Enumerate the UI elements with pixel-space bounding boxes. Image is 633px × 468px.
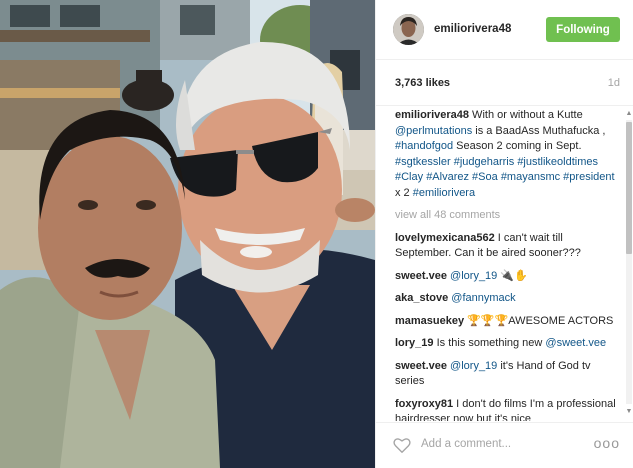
comment-text: 🔌✋: [497, 269, 528, 282]
comment-item: mamasuekey 🏆🏆🏆AWESOME ACTORS: [395, 314, 617, 330]
caption-text: x 2: [395, 186, 413, 199]
mention-link[interactable]: @perlmutations: [395, 125, 472, 137]
post-details-panel: emiliorivera48 Following 3,763 likes 1d …: [375, 0, 633, 468]
scroll-down-arrow-icon[interactable]: ▼: [625, 408, 633, 416]
instagram-post-view: emiliorivera48 Following 3,763 likes 1d …: [0, 0, 633, 468]
hashtag-link[interactable]: #mayansmc: [501, 171, 560, 183]
more-options-icon[interactable]: ooo: [594, 435, 620, 451]
comment-item: sweet.vee @lory_19 it's Hand of God tv s…: [395, 359, 617, 390]
post-header: emiliorivera48 Following: [376, 0, 633, 60]
likes-row: 3,763 likes 1d: [376, 60, 633, 106]
caption-text: is a BaadAss Muthafucka ,: [472, 124, 606, 137]
post-timestamp[interactable]: 1d: [608, 77, 620, 89]
scrollbar-thumb[interactable]: [626, 122, 632, 254]
hashtag-link[interactable]: #justlikeoldtimes: [517, 156, 598, 168]
hashtag-link[interactable]: #emiliorivera: [413, 187, 475, 199]
caption: emiliorivera48 With or without a Kutte @…: [395, 108, 617, 201]
add-comment-input[interactable]: Add a comment...: [421, 438, 511, 450]
hashtag-link[interactable]: #Soa: [472, 171, 498, 183]
comment-username[interactable]: aka_stove: [395, 292, 448, 304]
caption-username[interactable]: emiliorivera48: [395, 109, 469, 121]
comments-list: emiliorivera48 With or without a Kutte @…: [395, 108, 617, 421]
hashtag-link[interactable]: #Alvarez: [426, 171, 469, 183]
hashtag-link[interactable]: #sgtkessler: [395, 156, 451, 168]
following-button[interactable]: Following: [546, 17, 620, 42]
post-photo[interactable]: [0, 0, 375, 468]
comment-item: lovelymexicana562 I can't wait till Sept…: [395, 231, 617, 262]
comment-username[interactable]: lovelymexicana562: [395, 232, 495, 244]
comment-item: sweet.vee @lory_19 🔌✋: [395, 269, 617, 285]
comments-scrollbar[interactable]: ▲ ▼: [624, 108, 633, 420]
hashtag-link[interactable]: #president: [563, 171, 614, 183]
hashtag-link[interactable]: #judgeharris: [454, 156, 515, 168]
mention-link[interactable]: @sweet.vee: [545, 337, 606, 349]
comment-item: lory_19 Is this something new @sweet.vee: [395, 336, 617, 352]
heart-outline-icon[interactable]: [393, 437, 411, 454]
comment-username[interactable]: sweet.vee: [395, 360, 447, 372]
comment-username[interactable]: mamasuekey: [395, 315, 464, 327]
likes-count[interactable]: 3,763 likes: [395, 77, 450, 89]
view-all-comments-link[interactable]: view all 48 comments: [395, 208, 617, 224]
scroll-up-arrow-icon[interactable]: ▲: [625, 110, 633, 118]
photo-illustration: [0, 0, 375, 468]
hashtag-link[interactable]: #Clay: [395, 171, 423, 183]
comment-item: aka_stove @fannymack: [395, 291, 617, 307]
caption-text: With or without a Kutte: [469, 109, 583, 121]
comment-item: foxyroxy81 I don't do films I'm a profes…: [395, 397, 617, 422]
mention-link[interactable]: @lory_19: [450, 360, 497, 372]
avatar[interactable]: [393, 14, 424, 45]
avatar-image: [393, 14, 424, 45]
mention-link[interactable]: @fannymack: [451, 292, 515, 304]
post-footer: Add a comment... ooo: [376, 422, 633, 468]
caption-text: Season 2 coming in Sept.: [453, 140, 582, 152]
comment-username[interactable]: lory_19: [395, 337, 434, 349]
comment-text: 🏆🏆🏆AWESOME ACTORS: [464, 314, 614, 327]
hashtag-link[interactable]: #handofgod: [395, 140, 453, 152]
post-username[interactable]: emiliorivera48: [434, 23, 511, 35]
comment-text: Is this something new: [433, 337, 546, 349]
mention-link[interactable]: @lory_19: [450, 270, 497, 282]
comment-username[interactable]: foxyroxy81: [395, 398, 453, 410]
comment-username[interactable]: sweet.vee: [395, 270, 447, 282]
